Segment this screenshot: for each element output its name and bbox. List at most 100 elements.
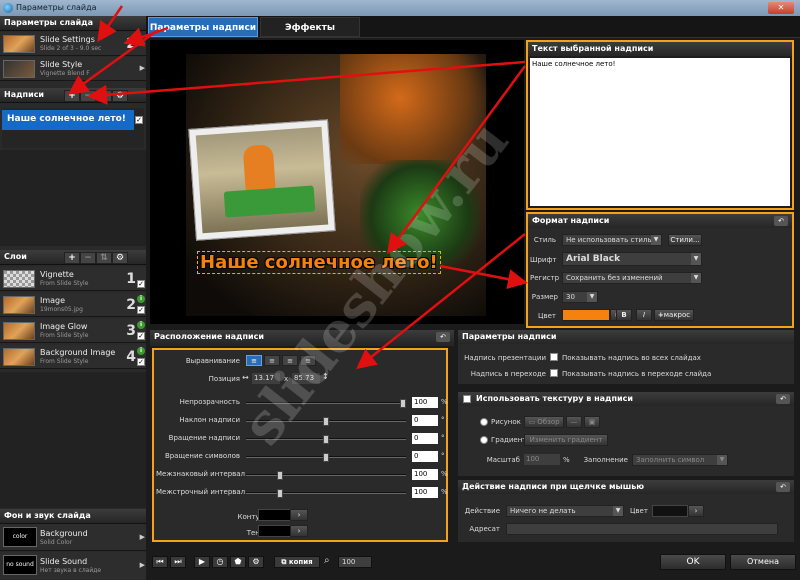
italic-button[interactable]: I (636, 309, 652, 321)
align-left-icon[interactable]: ≡ (246, 355, 262, 366)
slider-value-input[interactable]: 100 (412, 397, 438, 408)
position-x-input[interactable]: 13.17 (252, 373, 280, 384)
fill-label: Заполнение (583, 456, 628, 464)
prev-slide-icon[interactable]: ⏮ (152, 556, 168, 568)
preview-caption-text[interactable]: Наше солнечное лето! (197, 251, 441, 274)
align-right-icon[interactable]: ≡ (282, 355, 298, 366)
text-color-swatch[interactable] (562, 309, 610, 321)
layer-visible-checkbox[interactable]: ✓ (137, 306, 145, 314)
slider-track[interactable] (246, 489, 406, 498)
shadow-color-button[interactable]: › (290, 525, 308, 537)
reset-undo-icon[interactable]: ↶ (436, 332, 450, 342)
caption-item-selected[interactable]: Наше солнечное лето! (2, 110, 134, 130)
case-label: Регистр (530, 274, 560, 282)
caption-text-input[interactable]: Наше солнечное лето! (530, 58, 790, 206)
layer-item[interactable]: Image Glow From Slide Style 3 i ✓ (0, 319, 146, 343)
timer-icon[interactable]: ◷ (212, 556, 228, 568)
slide-preview[interactable]: Наше солнечное лето! (150, 40, 524, 324)
slider-value-input[interactable]: 100 (412, 469, 438, 480)
fill-dropdown[interactable]: Заполнить символ ▼ (632, 454, 728, 466)
bold-button[interactable]: B (616, 309, 632, 321)
layer-item[interactable]: Vignette From Slide Style 1 ✓ (0, 267, 146, 291)
align-justify-icon[interactable]: ≡ (300, 355, 316, 366)
tab-effects[interactable]: Эффекты (260, 17, 360, 37)
reset-undo-icon[interactable]: ↶ (776, 482, 790, 492)
texture-checkbox[interactable] (463, 395, 471, 403)
action-dropdown[interactable]: Ничего не делать ▼ (506, 505, 624, 517)
layer-visible-checkbox[interactable]: ✓ (137, 332, 145, 340)
action-color-button[interactable]: › (688, 505, 704, 517)
add-layer-button[interactable]: + (64, 251, 80, 264)
outline-color-button[interactable]: › (290, 509, 308, 521)
play-icon[interactable]: ▶ (194, 556, 210, 568)
caption-settings-gear-icon[interactable]: ⚙ (112, 89, 128, 102)
slider-knob[interactable] (276, 471, 283, 480)
remove-caption-button[interactable]: − (80, 89, 96, 102)
cancel-button[interactable]: Отмена (730, 554, 796, 570)
font-dropdown[interactable]: Arial Black ▼ (562, 252, 702, 266)
settings-gear-icon[interactable]: ⚙ (248, 556, 264, 568)
slider-knob[interactable] (323, 417, 329, 426)
slide-style-item[interactable]: Slide Style Vignette Blend F ▶ (0, 57, 146, 81)
tab-caption-params[interactable]: Параметры надписи (148, 17, 258, 37)
slider-track[interactable] (246, 453, 406, 462)
browse-button[interactable]: ▭ Обзор (524, 416, 564, 428)
next-slide-icon[interactable]: ⏭ (170, 556, 186, 568)
slider-track[interactable] (246, 435, 406, 444)
macro-button[interactable]: +макрос (654, 309, 694, 321)
gradient-radio[interactable] (480, 436, 488, 444)
marker-icon[interactable]: ⬟ (230, 556, 246, 568)
reset-undo-icon[interactable]: ↶ (774, 216, 788, 226)
scale-input[interactable]: 100 (524, 454, 560, 465)
layer-visible-checkbox[interactable]: ✓ (137, 358, 145, 366)
edit-picture-icon[interactable]: ▣ (584, 416, 600, 428)
slider-value-input[interactable]: 100 (412, 487, 438, 498)
presentation-checkbox[interactable] (550, 353, 558, 361)
layer-settings-gear-icon[interactable]: ⚙ (112, 251, 128, 264)
slide-sound-item[interactable]: no sound Slide Sound Нет звука в слайде … (0, 552, 146, 579)
slider-knob[interactable] (323, 453, 329, 462)
picture-radio[interactable] (480, 418, 488, 426)
slider-knob[interactable] (400, 399, 406, 408)
transition-checkbox[interactable] (550, 369, 558, 377)
slider-knob[interactable] (323, 435, 329, 444)
zoom-input[interactable]: 100 (338, 556, 372, 568)
slider-value-input[interactable]: 0 (412, 451, 438, 462)
close-button[interactable]: ✕ (768, 2, 794, 14)
background-item[interactable]: color Background Solid Color ▶ (0, 524, 146, 551)
address-input[interactable] (506, 523, 778, 535)
clear-picture-button[interactable]: — (566, 416, 582, 428)
layer-item[interactable]: Image 19mons05.jpg 2 i ✓ (0, 293, 146, 317)
ok-button[interactable]: OK (660, 554, 726, 570)
slider-label: Вращение символов (164, 452, 240, 460)
size-dropdown[interactable]: 30 ▼ (562, 291, 598, 303)
slider-value-input[interactable]: 0 (412, 415, 438, 426)
remove-layer-button[interactable]: − (80, 251, 96, 264)
styles-button[interactable]: Стили... (668, 234, 702, 246)
copy-button[interactable]: ⧉ копия (274, 556, 320, 568)
info-icon[interactable]: i (137, 321, 145, 329)
action-color-swatch[interactable] (652, 505, 688, 517)
layer-visible-checkbox[interactable]: ✓ (137, 280, 145, 288)
slider-track[interactable] (246, 399, 406, 408)
reset-undo-icon[interactable]: ↶ (776, 394, 790, 404)
picture-label: Рисунок (491, 418, 521, 426)
info-icon[interactable]: i (137, 347, 145, 355)
info-icon[interactable]: i (137, 295, 145, 303)
caption-visible-checkbox[interactable]: ✓ (135, 116, 143, 124)
add-caption-button[interactable]: + (64, 89, 80, 102)
slider-value-input[interactable]: 0 (412, 433, 438, 444)
case-dropdown[interactable]: Сохранить без изменений ▼ (562, 272, 702, 284)
slider-knob[interactable] (276, 489, 283, 498)
style-dropdown[interactable]: Не использовать стиль ▼ (562, 234, 662, 246)
slider-track[interactable] (246, 417, 406, 426)
layer-item[interactable]: Background Image From Slide Style 4 i ✓ (0, 345, 146, 369)
slider-unit: % (441, 398, 448, 406)
slider-track[interactable] (246, 471, 406, 480)
slide-settings-item[interactable]: Slide Settings Slide 2 of 3 - 9.0 sec 2 … (0, 32, 146, 56)
position-y-input[interactable]: 85.73 (292, 373, 320, 384)
align-center-icon[interactable]: ≡ (264, 355, 280, 366)
move-caption-button[interactable]: ⇅ (96, 89, 112, 102)
change-gradient-button[interactable]: Изменить градиент (524, 434, 608, 446)
move-layer-button[interactable]: ⇅ (96, 251, 112, 264)
